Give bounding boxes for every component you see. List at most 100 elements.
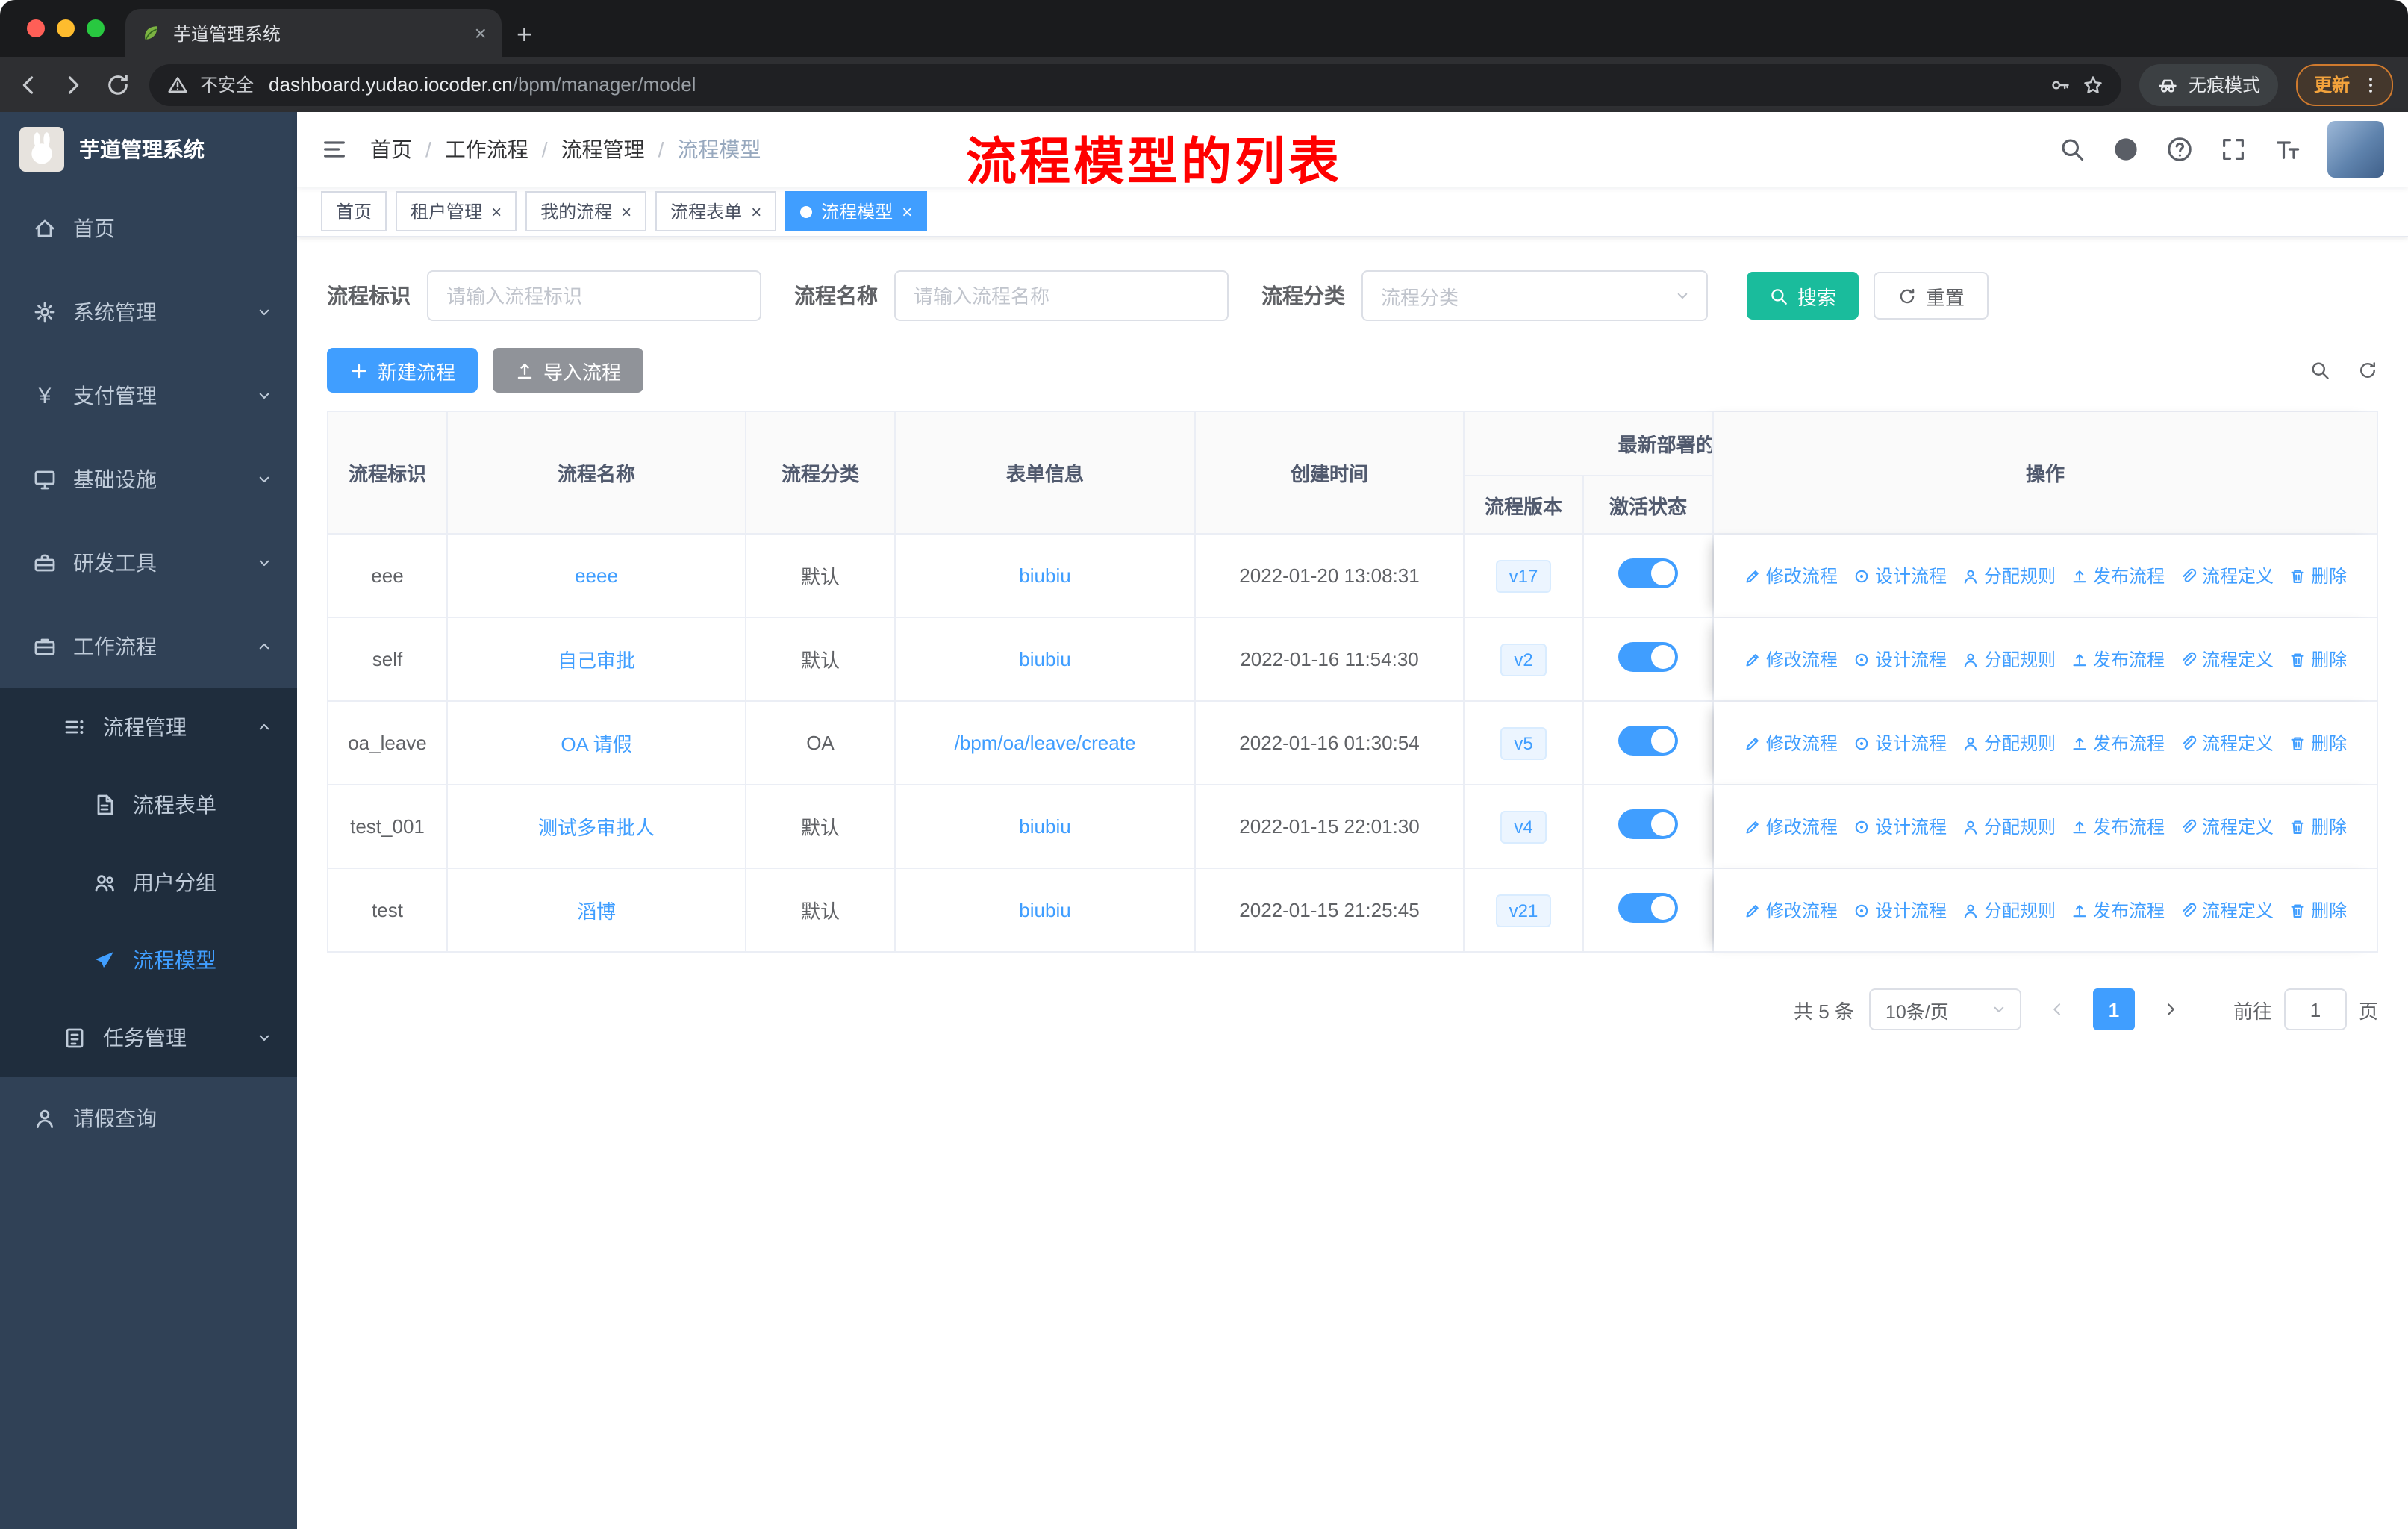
action-delete[interactable]: 删除 — [2289, 730, 2347, 756]
process-name-link[interactable]: eeee — [448, 535, 746, 618]
font-size-icon[interactable] — [2274, 136, 2301, 163]
tab-close-icon[interactable]: × — [475, 22, 487, 43]
form-info-link[interactable]: biubiu — [896, 785, 1196, 869]
sidebar-item-process-management[interactable]: 流程管理 — [0, 688, 297, 766]
process-name-link[interactable]: 测试多审批人 — [448, 785, 746, 869]
fullscreen-icon[interactable] — [2220, 136, 2247, 163]
action-design-process[interactable]: 设计流程 — [1853, 814, 1947, 839]
action-edit-process[interactable]: 修改流程 — [1744, 814, 1838, 839]
sidebar-item-home[interactable]: 首页 — [0, 187, 297, 270]
browser-menu-icon[interactable] — [2360, 74, 2381, 95]
action-assign-rule[interactable]: 分配规则 — [1962, 647, 2056, 672]
sidebar-item-dev-tools[interactable]: 研发工具 — [0, 521, 297, 605]
page-number-button[interactable]: 1 — [2092, 988, 2135, 1030]
sidebar-item-user-group[interactable]: 用户分组 — [0, 844, 297, 921]
action-assign-rule[interactable]: 分配规则 — [1962, 563, 2056, 588]
incognito-badge[interactable]: 无痕模式 — [2139, 63, 2278, 105]
tag-close-icon[interactable]: × — [491, 202, 502, 220]
active-toggle[interactable] — [1618, 893, 1678, 923]
process-name-link[interactable]: 滔博 — [448, 869, 746, 953]
sidebar-item-process-form[interactable]: 流程表单 — [0, 766, 297, 844]
tag-process-form[interactable]: 流程表单 × — [655, 191, 777, 231]
action-assign-rule[interactable]: 分配规则 — [1962, 730, 2056, 756]
close-window-button[interactable] — [27, 19, 45, 37]
action-publish-process[interactable]: 发布流程 — [2071, 897, 2165, 923]
action-publish-process[interactable]: 发布流程 — [2071, 647, 2165, 672]
reset-button[interactable]: 重置 — [1874, 272, 1989, 320]
breadcrumb-process-management[interactable]: 流程管理 — [561, 134, 645, 164]
create-process-button[interactable]: 新建流程 — [327, 348, 478, 393]
goto-page-input[interactable] — [2283, 988, 2347, 1030]
new-tab-button[interactable]: + — [517, 21, 532, 48]
address-bar[interactable]: 不安全 dashboard.yudao.iocoder.cn/bpm/manag… — [149, 63, 2121, 105]
breadcrumb-workflow[interactable]: 工作流程 — [445, 134, 528, 164]
action-process-definition[interactable]: 流程定义 — [2180, 647, 2274, 672]
browser-update-button[interactable]: 更新 — [2295, 63, 2393, 105]
action-publish-process[interactable]: 发布流程 — [2071, 730, 2165, 756]
prev-page-button[interactable] — [2036, 988, 2078, 1030]
next-page-button[interactable] — [2150, 988, 2192, 1030]
action-process-definition[interactable]: 流程定义 — [2180, 814, 2274, 839]
password-key-icon[interactable] — [2050, 74, 2071, 95]
refresh-table-button[interactable] — [2357, 360, 2378, 381]
forward-icon[interactable] — [60, 71, 87, 98]
action-edit-process[interactable]: 修改流程 — [1744, 730, 1838, 756]
process-category-select[interactable]: 流程分类 — [1361, 270, 1708, 321]
tag-home[interactable]: 首页 — [321, 191, 387, 231]
sidebar-item-workflow[interactable]: 工作流程 — [0, 605, 297, 688]
active-toggle[interactable] — [1618, 558, 1678, 588]
tag-close-icon[interactable]: × — [902, 202, 912, 220]
sidebar-item-infrastructure[interactable]: 基础设施 — [0, 437, 297, 521]
tag-close-icon[interactable]: × — [621, 202, 631, 220]
action-delete[interactable]: 删除 — [2289, 897, 2347, 923]
import-process-button[interactable]: 导入流程 — [493, 348, 644, 393]
process-id-input[interactable] — [427, 270, 761, 321]
tag-tenant-management[interactable]: 租户管理 × — [396, 191, 517, 231]
sidebar-item-task-management[interactable]: 任务管理 — [0, 999, 297, 1077]
action-delete[interactable]: 删除 — [2289, 563, 2347, 588]
tag-close-icon[interactable]: × — [751, 202, 761, 220]
process-name-input[interactable] — [894, 270, 1229, 321]
browser-tab[interactable]: 芋道管理系统 × — [125, 9, 502, 57]
action-process-definition[interactable]: 流程定义 — [2180, 730, 2274, 756]
breadcrumb-home[interactable]: 首页 — [370, 134, 412, 164]
action-assign-rule[interactable]: 分配规则 — [1962, 814, 2056, 839]
sidebar-item-process-model[interactable]: 流程模型 — [0, 921, 297, 999]
form-info-link[interactable]: biubiu — [896, 535, 1196, 618]
action-edit-process[interactable]: 修改流程 — [1744, 647, 1838, 672]
sidebar-toggle-icon[interactable] — [321, 136, 348, 163]
action-process-definition[interactable]: 流程定义 — [2180, 563, 2274, 588]
help-icon[interactable] — [2166, 136, 2193, 163]
action-publish-process[interactable]: 发布流程 — [2071, 814, 2165, 839]
action-design-process[interactable]: 设计流程 — [1853, 647, 1947, 672]
github-icon[interactable] — [2112, 136, 2139, 163]
sidebar-item-leave-query[interactable]: 请假查询 — [0, 1077, 297, 1160]
action-design-process[interactable]: 设计流程 — [1853, 563, 1947, 588]
action-edit-process[interactable]: 修改流程 — [1744, 563, 1838, 588]
page-size-select[interactable]: 10条/页 — [1868, 988, 2021, 1030]
action-design-process[interactable]: 设计流程 — [1853, 730, 1947, 756]
toggle-search-button[interactable] — [2309, 360, 2330, 381]
bookmark-star-icon[interactable] — [2083, 74, 2103, 95]
search-icon[interactable] — [2059, 136, 2086, 163]
process-name-link[interactable]: OA 请假 — [448, 702, 746, 785]
action-design-process[interactable]: 设计流程 — [1853, 897, 1947, 923]
action-publish-process[interactable]: 发布流程 — [2071, 563, 2165, 588]
active-toggle[interactable] — [1618, 642, 1678, 672]
back-icon[interactable] — [15, 71, 42, 98]
minimize-window-button[interactable] — [57, 19, 75, 37]
form-info-link[interactable]: /bpm/oa/leave/create — [896, 702, 1196, 785]
user-avatar[interactable] — [2327, 121, 2384, 178]
search-button[interactable]: 搜索 — [1747, 272, 1859, 320]
reload-icon[interactable] — [105, 71, 131, 98]
sidebar-item-payment-management[interactable]: ¥ 支付管理 — [0, 354, 297, 437]
form-info-link[interactable]: biubiu — [896, 869, 1196, 953]
sidebar-item-system-management[interactable]: 系统管理 — [0, 270, 297, 354]
app-logo[interactable]: 芋道管理系统 — [0, 112, 297, 187]
action-edit-process[interactable]: 修改流程 — [1744, 897, 1838, 923]
tag-process-model[interactable]: 流程模型 × — [785, 191, 928, 231]
active-toggle[interactable] — [1618, 726, 1678, 756]
active-toggle[interactable] — [1618, 809, 1678, 839]
form-info-link[interactable]: biubiu — [896, 618, 1196, 702]
action-delete[interactable]: 删除 — [2289, 814, 2347, 839]
